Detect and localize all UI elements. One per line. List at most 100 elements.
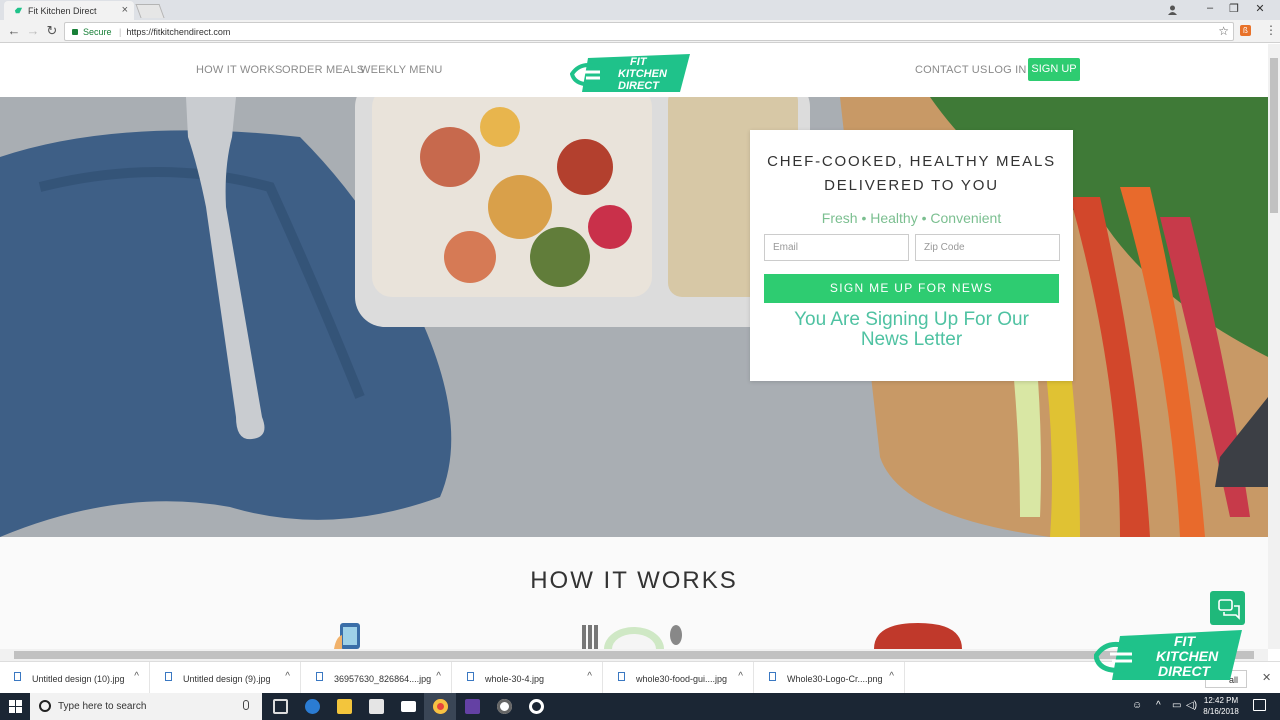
download-item[interactable]: Untitled design (10).jpg ^ [0,662,150,694]
download-filename: whole-30-4.jpg [485,674,545,684]
watermark-logo: FIT KITCHEN DIRECT [1094,630,1242,680]
file-icon [467,672,474,681]
taskbar-search-box[interactable]: Type here to search [30,693,262,720]
nav-order-meals[interactable]: ORDER MEALS [282,64,364,76]
people-icon[interactable]: ☺ [1132,700,1142,711]
bookmark-star-icon[interactable]: ☆ [1218,24,1229,38]
hero-tagline: Fresh • Healthy • Convenient [821,210,1002,226]
newsletter-confirmation: You Are Signing Up For Our News Letter [794,309,1029,350]
watermark-line-2: KITCHEN [1156,648,1219,664]
watermark-line-3: DIRECT [1158,663,1212,679]
lock-icon [72,29,78,35]
browser-menu-icon[interactable]: ⋮ [1265,23,1277,37]
back-icon[interactable]: ← [6,23,22,38]
watermark-line-1: FIT [1174,633,1196,649]
newsletter-signup-card: CHEF-COOKED, HEALTHY MEALS DELIVERED TO … [750,130,1073,381]
download-item[interactable]: whole-30-4.jpg ^ [453,662,603,694]
twitch-icon[interactable] [456,693,488,720]
download-filename: Whole30-Logo-Cr....png [787,674,883,684]
wordpress-icon[interactable] [488,693,520,720]
delivery-icon [874,623,962,649]
email-field[interactable]: Email [764,234,909,261]
nav-log-in[interactable]: LOG IN [988,64,1027,76]
download-filename: Untitled design (9).jpg [183,674,271,684]
how-it-works-title: HOW IT WORKS [530,567,738,594]
zip-code-field[interactable]: Zip Code [915,234,1060,261]
chevron-up-icon[interactable]: ^ [889,671,894,682]
extension-icon[interactable]: ß [1240,25,1251,36]
sign-up-button[interactable]: SIGN UP [1028,58,1080,81]
file-icon [618,672,625,681]
download-item[interactable]: whole30-food-gui....jpg ^ [604,662,754,694]
chevron-up-icon[interactable]: ^ [587,671,592,682]
chevron-up-icon[interactable]: ^ [738,671,743,682]
chevron-up-tray-icon[interactable]: ^ [1156,700,1161,711]
task-view-icon[interactable] [264,693,296,720]
download-filename: whole30-food-gui....jpg [636,674,728,684]
chrome-icon[interactable] [424,693,456,720]
store-icon[interactable] [360,693,392,720]
tab-close-icon[interactable]: × [122,4,128,16]
download-filename: 36957630_826864....jpg [334,674,432,684]
download-bar-close-icon[interactable]: ✕ [1262,671,1271,684]
chevron-up-icon[interactable]: ^ [134,671,139,682]
reload-icon[interactable]: ↻ [44,23,60,39]
nav-contact-us[interactable]: CONTACT US [915,64,988,76]
url-text: https://fitkitchendirect.com [126,27,231,37]
address-bar[interactable]: Secure | https://fitkitchendirect.com ☆ [64,22,1234,41]
browser-tab[interactable]: Fit Kitchen Direct × [4,1,134,20]
edge-browser-icon[interactable] [296,693,328,720]
clock-date: 8/16/2018 [1203,707,1239,716]
logo-line-2: KITCHEN [618,68,668,80]
file-explorer-icon[interactable] [328,693,360,720]
horizontal-scrollbar[interactable] [0,649,1268,661]
forward-icon[interactable]: → [25,23,41,38]
file-icon [316,672,323,681]
clock-time: 12:42 PM [1203,696,1239,705]
logo-line-3: DIRECT [618,80,660,92]
secure-label: Secure [83,27,112,37]
nav-how-it-works[interactable]: HOW IT WORKS [196,64,283,76]
browser-toolbar: ← → ↻ Secure | https://fitkitchendirect.c… [0,20,1280,43]
vertical-scrollbar[interactable] [1268,44,1280,649]
windows-start-icon[interactable] [9,700,22,713]
restore-icon[interactable]: ❐ [1224,2,1244,15]
how-it-works-section: HOW IT WORKS [0,537,1268,649]
download-item[interactable]: Whole30-Logo-Cr....png ^ [755,662,905,694]
sign-me-up-button[interactable]: SIGN ME UP FOR NEWS [764,274,1059,303]
minimize-icon[interactable]: – [1200,2,1220,14]
network-icon[interactable]: ▭ [1172,700,1181,711]
logo-line-1: FIT [630,56,648,68]
site-favicon-icon [14,7,23,14]
url-separator: | [119,27,122,37]
system-clock[interactable]: 12:42 PM 8/16/2018 [1196,695,1246,717]
profile-icon[interactable] [1167,4,1178,15]
microphone-icon[interactable] [243,700,249,710]
action-center-icon[interactable] [1253,699,1266,711]
nav-weekly-menu[interactable]: WEEKLY MENU [360,64,442,76]
hero-food-image [0,97,1268,537]
download-item[interactable]: Untitled design (9).jpg ^ [151,662,301,694]
chevron-up-icon[interactable]: ^ [436,671,441,682]
new-tab-button[interactable] [135,4,165,18]
file-icon [165,672,172,681]
download-item[interactable]: 36957630_826864....jpg ^ [302,662,452,694]
file-icon [14,672,21,681]
secure-indicator[interactable]: Secure [72,27,114,37]
cortana-icon [39,700,51,712]
horizontal-scroll-thumb[interactable] [14,651,1254,659]
mail-icon[interactable] [392,693,424,720]
phone-order-icon [334,623,360,649]
site-logo[interactable]: FIT KITCHEN DIRECT [570,50,692,94]
vertical-scroll-thumb[interactable] [1270,58,1278,213]
taskbar-search-placeholder: Type here to search [58,701,147,712]
hero-banner: CHEF-COOKED, HEALTHY MEALS DELIVERED TO … [0,97,1268,537]
chat-button[interactable] [1210,591,1245,625]
windows-taskbar: Type here to search ☺ ^ ▭ ◁) 12:42 PM 8/… [0,693,1280,720]
hero-headline: CHEF-COOKED, HEALTHY MEALS DELIVERED TO … [750,150,1073,198]
chevron-up-icon[interactable]: ^ [285,671,290,682]
download-bar: Untitled design (10).jpg ^ Untitled desi… [0,661,1280,694]
settings-gear-icon[interactable] [520,693,552,720]
hero-headline-line-2: DELIVERED TO YOU [824,177,999,194]
window-close-icon[interactable]: ✕ [1250,2,1270,15]
